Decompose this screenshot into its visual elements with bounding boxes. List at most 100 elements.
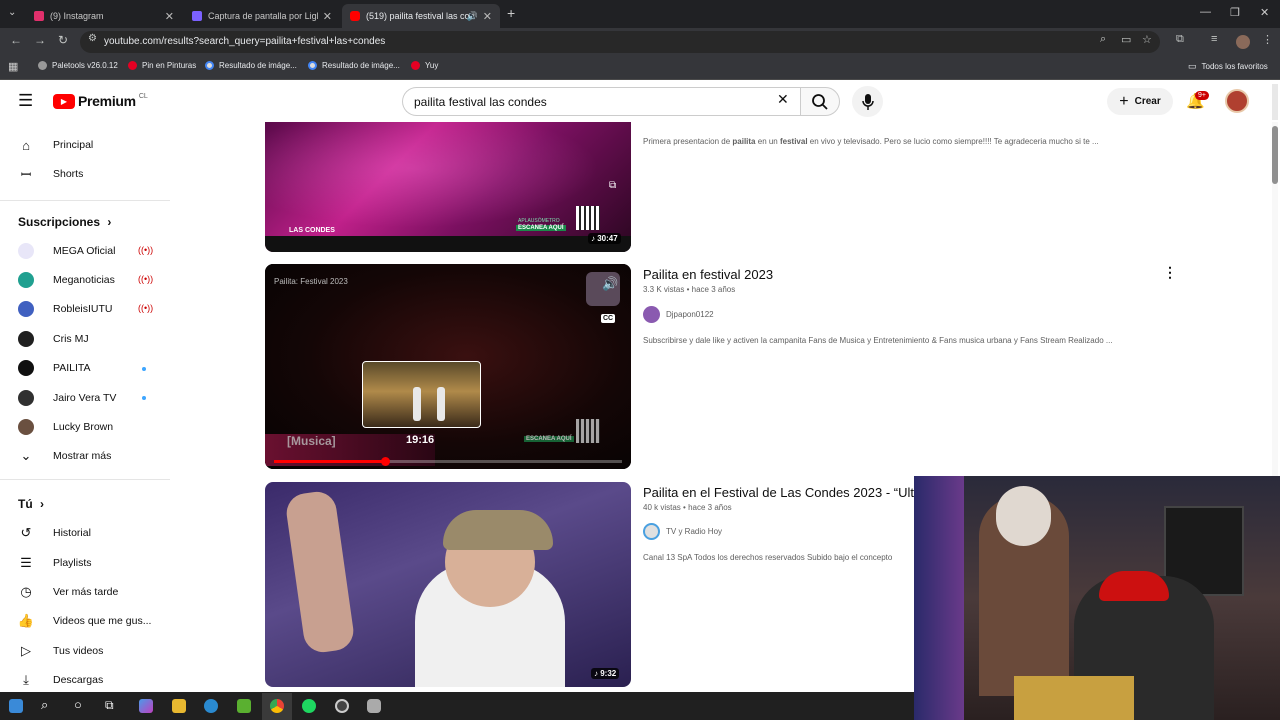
back-icon[interactable]: ← bbox=[10, 33, 22, 47]
all-bookmarks[interactable]: ▭ Todos los favoritos bbox=[1188, 61, 1268, 72]
sidebar-sub-pailita[interactable]: PAILITA bbox=[18, 360, 91, 376]
channel-link[interactable]: Djpapon0122 bbox=[643, 306, 714, 323]
audio-icon[interactable]: 🔊 bbox=[467, 11, 478, 22]
webcam-overlay bbox=[914, 476, 1280, 720]
reload-icon[interactable]: ↻ bbox=[58, 33, 68, 47]
apps-icon[interactable]: ▦ bbox=[8, 60, 18, 73]
video-thumbnail[interactable]: ♪ 9:32 bbox=[265, 482, 631, 687]
show-more-button[interactable]: ⌄ Mostrar más bbox=[18, 448, 112, 464]
zoom-icon[interactable]: ⌕ bbox=[1100, 33, 1106, 46]
voice-search-button[interactable] bbox=[852, 86, 883, 117]
sidebar-item-playlists[interactable]: ☰ Playlists bbox=[18, 555, 91, 571]
pinterest-icon bbox=[128, 61, 137, 70]
chrome-icon[interactable] bbox=[270, 699, 284, 713]
minimize-icon[interactable]: — bbox=[1200, 6, 1211, 18]
divider bbox=[0, 200, 170, 201]
cortana-icon[interactable]: ○ bbox=[74, 697, 82, 712]
video-title[interactable]: Pailita en el Festival de Las Condes 202… bbox=[643, 485, 914, 500]
bookmark-star-icon[interactable]: ☆ bbox=[1142, 33, 1152, 46]
restore-icon[interactable]: ❐ bbox=[1230, 6, 1240, 19]
sidebar-sub-robleis[interactable]: RobleisIUTU bbox=[18, 301, 113, 317]
store-icon[interactable] bbox=[237, 699, 251, 713]
edge-icon[interactable] bbox=[204, 699, 218, 713]
sidebar-item-descargas[interactable]: ⤓ Descargas bbox=[18, 672, 103, 688]
video-thumbnail[interactable]: LAS CONDES APLAUSÓMETRO ESCANEA AQUÍ ⧉ ♪… bbox=[265, 122, 631, 252]
sidebar-item-liked-videos[interactable]: 👍 Videos que me gus... bbox=[17, 613, 152, 629]
sidebar-sub-meganoticias[interactable]: Meganoticias bbox=[18, 272, 115, 288]
globe-icon bbox=[38, 61, 47, 70]
sidebar-item-shorts[interactable]: ꟷ Shorts bbox=[18, 166, 84, 182]
hamburger-menu-icon[interactable]: ☰ bbox=[18, 92, 33, 109]
task-view-icon[interactable]: ⧉ bbox=[105, 698, 114, 713]
video-title[interactable]: Pailita en festival 2023 bbox=[643, 267, 773, 282]
app-icon[interactable] bbox=[367, 699, 381, 713]
tab-instagram[interactable]: (9) Instagram ✕ bbox=[26, 4, 182, 28]
avatar bbox=[18, 243, 34, 259]
pinterest-icon bbox=[411, 61, 420, 70]
close-window-icon[interactable]: ✕ bbox=[1260, 6, 1269, 19]
url-text[interactable]: youtube.com/results?search_query=pailita… bbox=[104, 36, 385, 47]
sidebar-sub-luckybrown[interactable]: Lucky Brown bbox=[18, 419, 113, 435]
search-button[interactable] bbox=[800, 87, 840, 116]
more-actions-icon[interactable]: ⋮ bbox=[1163, 264, 1177, 281]
like-icon: 👍 bbox=[17, 613, 35, 628]
site-info-icon[interactable]: ⚙ bbox=[88, 33, 97, 44]
tab-search-icon[interactable]: ⌄ bbox=[8, 7, 16, 18]
file-explorer-icon[interactable] bbox=[172, 699, 186, 713]
spotify-icon[interactable] bbox=[302, 699, 316, 713]
sidebar-sub-mega[interactable]: MEGA Oficial bbox=[18, 243, 115, 259]
sidebar-sub-jairovera[interactable]: Jairo Vera TV bbox=[18, 390, 116, 406]
cast-icon[interactable]: ▭ bbox=[1121, 33, 1131, 46]
volume-icon[interactable]: 🔊 bbox=[602, 276, 618, 292]
you-heading[interactable]: Tú › bbox=[18, 497, 44, 511]
extensions-icon[interactable]: ⧉ bbox=[1176, 33, 1184, 46]
overlay-text: LAS CONDES bbox=[289, 227, 335, 234]
close-icon[interactable]: ✕ bbox=[323, 10, 332, 23]
new-tab-button[interactable]: + bbox=[507, 5, 515, 21]
video-thumbnail-hover-preview[interactable]: Pailita: Festival 2023 🔊 CC 19:16 [Music… bbox=[265, 264, 631, 469]
youtube-icon bbox=[350, 11, 360, 21]
chevron-right-icon: › bbox=[107, 215, 112, 229]
pip-icon[interactable]: ⧉ bbox=[609, 180, 616, 191]
clear-search-icon[interactable]: ✕ bbox=[777, 91, 789, 108]
sidebar-item-tus-videos[interactable]: ▷ Tus videos bbox=[18, 643, 103, 659]
search-icon[interactable]: ⌕ bbox=[41, 697, 48, 713]
seek-time: 19:16 bbox=[406, 434, 435, 446]
video-metadata: 40 k vistas • hace 3 años bbox=[643, 503, 732, 512]
tab-lightshot[interactable]: Captura de pantalla por Lightsh ✕ bbox=[184, 4, 340, 28]
sidebar-item-ver-mas-tarde[interactable]: ◷ Ver más tarde bbox=[18, 584, 118, 600]
bookmark-yuy[interactable]: Yuy bbox=[411, 61, 438, 70]
subscriptions-heading[interactable]: Suscripciones › bbox=[18, 215, 111, 229]
bookmark-pin-pinturas[interactable]: Pin en Pinturas bbox=[128, 61, 196, 70]
create-button[interactable]: + Crear bbox=[1107, 88, 1173, 115]
progress-track[interactable] bbox=[274, 457, 622, 466]
tab-youtube[interactable]: (519) pailita festival las con 🔊 ✕ bbox=[342, 4, 500, 28]
channel-link[interactable]: TV y Radio Hoy bbox=[643, 523, 722, 540]
sidebar-sub-crismj[interactable]: Cris MJ bbox=[18, 331, 89, 347]
progress-fill bbox=[274, 460, 386, 463]
sidebar-item-historial[interactable]: ↺ Historial bbox=[18, 525, 91, 541]
webcam-person-1-hair bbox=[996, 486, 1051, 546]
copilot-icon[interactable] bbox=[139, 699, 153, 713]
profile-avatar[interactable] bbox=[1236, 35, 1250, 49]
user-avatar[interactable] bbox=[1225, 89, 1249, 113]
page-scrollbar-thumb[interactable] bbox=[1272, 126, 1278, 184]
close-icon[interactable]: ✕ bbox=[165, 10, 174, 23]
history-icon: ↺ bbox=[20, 525, 32, 540]
youtube-logo[interactable]: ▶ Premium CL bbox=[53, 93, 148, 109]
obs-icon[interactable] bbox=[335, 699, 349, 713]
reading-list-icon[interactable]: ≡ bbox=[1211, 33, 1217, 45]
bookmark-paletools[interactable]: Paletools v26.0.12 bbox=[38, 61, 118, 70]
close-icon[interactable]: ✕ bbox=[483, 10, 492, 23]
forward-icon[interactable]: → bbox=[34, 33, 46, 47]
sidebar-item-principal[interactable]: ⌂ Principal bbox=[18, 137, 93, 153]
lightshot-icon bbox=[192, 11, 202, 21]
captions-button[interactable]: CC bbox=[601, 314, 616, 323]
windows-start-icon[interactable] bbox=[9, 699, 23, 713]
instagram-icon bbox=[34, 11, 44, 21]
bookmark-resultado-2[interactable]: Resultado de imáge... bbox=[308, 61, 400, 70]
avatar bbox=[643, 523, 660, 540]
menu-icon[interactable]: ⋮ bbox=[1262, 33, 1273, 46]
bookmark-resultado-1[interactable]: Resultado de imáge... bbox=[205, 61, 297, 70]
avatar bbox=[18, 419, 34, 435]
